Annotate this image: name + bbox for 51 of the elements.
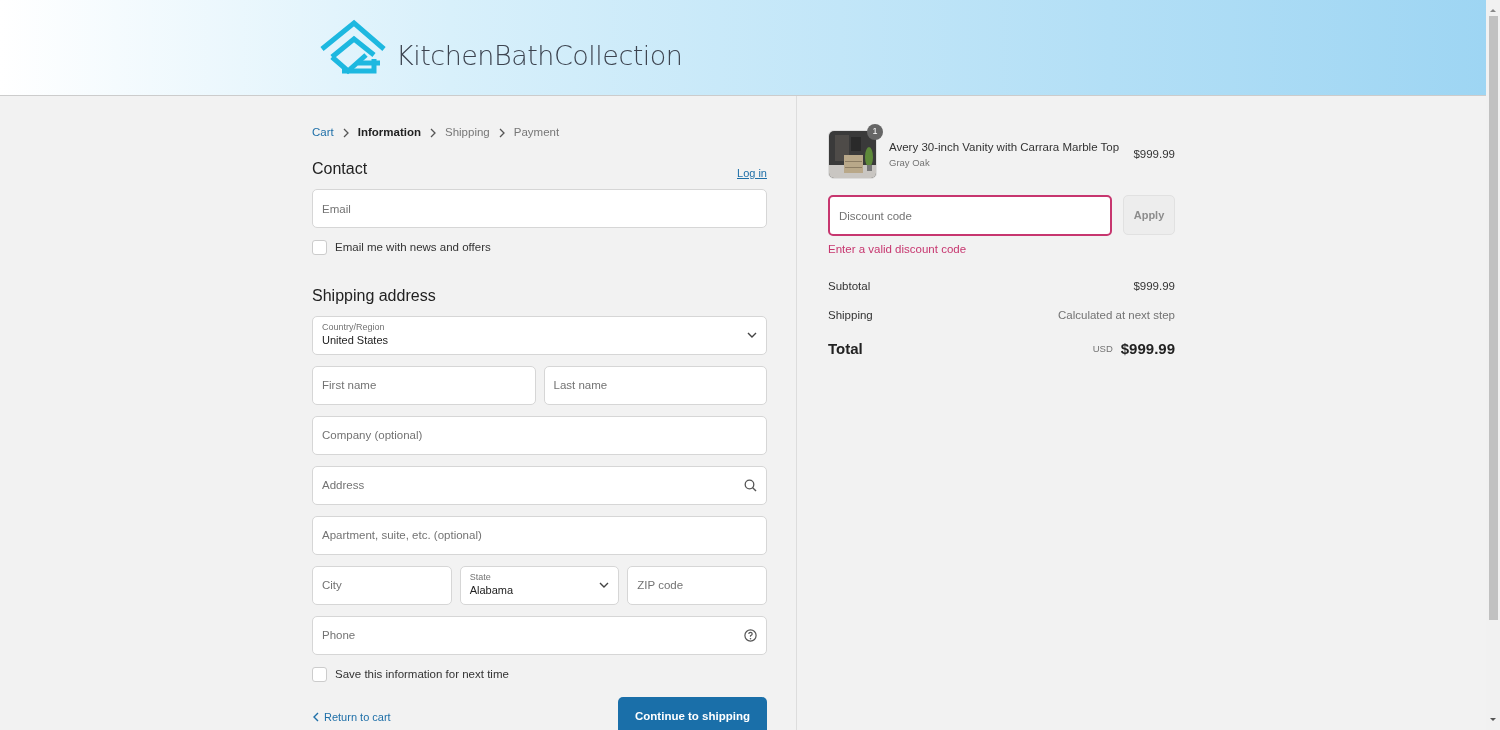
product-price: $999.99 [1133,146,1175,162]
input-field[interactable]: Phone [312,615,767,655]
product-variant: Gray Oak [889,156,931,170]
error-message: Enter a valid discount code [828,242,968,257]
chevron-right-icon [497,127,506,138]
total-amount: $999.99 [1120,338,1175,359]
summary-value: Calculated at next step [1058,307,1175,323]
chevron-down-icon [599,582,610,588]
currency-label: USD [1092,341,1113,356]
breadcrumb-item: Information [357,125,421,140]
total-label: Total [828,338,863,359]
input-field[interactable]: ZIP code [627,565,767,605]
logo-text: KitchenBathCollection [396,39,683,73]
breadcrumb-item: Payment [513,125,560,140]
continue-button[interactable]: Continue to shipping [618,696,767,730]
discount-field[interactable]: Discount code [828,195,1112,236]
field-label: State [469,572,492,583]
input-field[interactable]: First name [312,365,536,405]
checkbox[interactable] [312,240,327,256]
checkbox[interactable] [312,666,327,682]
field-label: Country/Region [322,322,386,333]
product-name: Avery 30-inch Vanity with Carrara Marble Top [889,139,1121,155]
section-title: Contact [312,159,368,180]
summary-label: Subtotal [828,279,871,295]
help-icon [744,628,757,642]
breadcrumb-link[interactable]: Cart [312,124,334,142]
breadcrumb-item: Shipping [445,125,490,140]
input-field[interactable]: City [312,565,452,605]
return-link[interactable]: Return to cart [312,708,391,725]
field-value: United States [322,332,390,348]
summary-label: Shipping [828,307,873,323]
select-field[interactable]: Country/Region United States [312,315,767,355]
chevron-right-icon [429,127,437,138]
summary-value: $999.99 [1133,279,1175,295]
search-icon [744,478,757,492]
login-link[interactable]: Log in [737,164,767,182]
chevron-right-icon [341,127,350,138]
field-value: Alabama [469,582,515,598]
section-title: Shipping address [312,285,437,306]
chevron-left-icon [312,711,320,722]
input-field[interactable]: Company (optional) [312,415,767,455]
input-field[interactable]: Last name [543,365,767,405]
input-field[interactable]: Email [312,189,767,229]
checkbox-label: Save this information for next time [335,666,509,682]
checkbox-label: Email me with news and offers [335,240,491,256]
input-field[interactable]: Apartment, suite, etc. (optional) [312,515,767,555]
logo-icon [318,18,388,77]
input-field[interactable]: Address [312,465,767,505]
chevron-down-icon [747,332,757,338]
quantity-badge: 1 [867,124,883,140]
select-field[interactable]: State Alabama [459,565,620,605]
